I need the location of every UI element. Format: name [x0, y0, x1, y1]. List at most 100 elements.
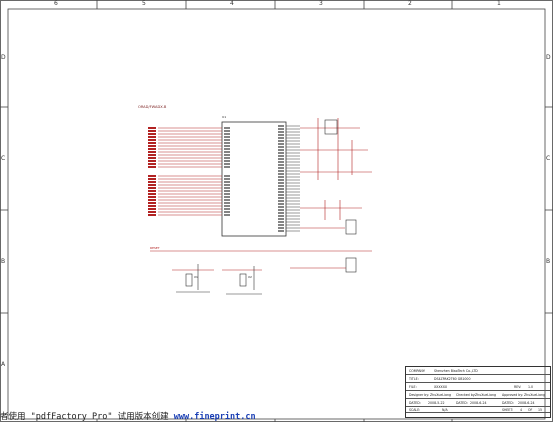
- left-net-label-18: [148, 187, 156, 189]
- right-pin-name-0: [278, 125, 284, 127]
- left-pin-name-7: [224, 148, 230, 150]
- right-pin-name-12: [278, 161, 284, 163]
- connector-bottom: [345, 257, 357, 273]
- zone-label-top-6: 6: [54, 0, 58, 7]
- reset-net-label: RESET: [150, 246, 160, 250]
- left-pin-name-24: [224, 205, 230, 207]
- left-pin-name-13: [224, 166, 230, 168]
- left-pin-name-11: [224, 160, 230, 162]
- rev-label: REV:: [514, 385, 522, 389]
- watermark-text: 者使用 "pdfFactory Pro" 试用版本创建: [0, 412, 174, 422]
- left-pin-name-6: [224, 145, 230, 147]
- approved-label: Approved by:: [502, 393, 524, 397]
- left-net-label-2: [148, 133, 156, 135]
- crystal-x2: [222, 266, 262, 295]
- left-pin-name-2: [224, 133, 230, 135]
- left-pin-name-20: [224, 193, 230, 195]
- right-pin-name-26: [278, 203, 284, 205]
- left-net-label-15: [148, 178, 156, 180]
- zone-label-left-d: D: [1, 54, 6, 61]
- right-pin-name-13: [278, 164, 284, 166]
- right-pin-name-1: [278, 128, 284, 130]
- left-net-label-13: [148, 166, 156, 168]
- left-pin-name-19: [224, 190, 230, 192]
- crystal-x1-label: X1: [194, 275, 198, 279]
- left-net-label-19: [148, 190, 156, 192]
- checked-label: Checked by:: [456, 393, 476, 397]
- left-pin-name-5: [224, 142, 230, 144]
- dated3-label: DATED:: [502, 401, 514, 405]
- approved-value: ZhuXueLiang: [524, 393, 546, 397]
- right-pin-name-20: [278, 185, 284, 187]
- zone-label-right-b: B: [546, 258, 551, 265]
- left-net-label-25: [148, 208, 156, 210]
- dated2-value: 2008-6-24: [470, 401, 487, 405]
- left-net-label-8: [148, 151, 156, 153]
- left-net-label-14: [148, 175, 156, 177]
- right-pin-name-16: [278, 173, 284, 175]
- connector-top: [345, 219, 357, 235]
- left-net-label-10: [148, 157, 156, 159]
- crystal-x2-label: X2: [248, 275, 252, 279]
- right-pin-name-30: [278, 215, 284, 217]
- right-pin-name-18: [278, 179, 284, 181]
- zone-label-left-b: B: [1, 258, 6, 265]
- right-pin-name-25: [278, 200, 284, 202]
- scale-value: N/A: [442, 408, 448, 412]
- left-net-label-20: [148, 193, 156, 195]
- right-pin-name-29: [278, 212, 284, 214]
- left-net-label-3: [148, 136, 156, 138]
- sheet-label: SHEET:: [502, 408, 514, 412]
- left-pin-name-1: [224, 130, 230, 132]
- of-label: OF: [528, 408, 533, 412]
- right-pin-name-24: [278, 197, 284, 199]
- left-net-label-11: [148, 160, 156, 162]
- left-pin-name-21: [224, 196, 230, 198]
- sheet-value: 4: [520, 408, 523, 412]
- right-pin-name-34: [278, 227, 284, 229]
- right-pin-name-33: [278, 224, 284, 226]
- dated2-label: DATED:: [456, 401, 468, 405]
- watermark-url[interactable]: www.fineprint.cn: [174, 412, 256, 422]
- right-pin-name-15: [278, 170, 284, 172]
- zone-label-left-c: C: [1, 155, 6, 162]
- right-pin-name-17: [278, 176, 284, 178]
- title-block: COMPANY: Shenzhen BiaoTech Co.,LTD TITLE…: [405, 366, 551, 418]
- mcu-left-pins: [148, 127, 230, 216]
- right-pin-name-19: [278, 182, 284, 184]
- left-pin-name-17: [224, 184, 230, 186]
- of-value: 15: [538, 408, 543, 412]
- right-pin-name-28: [278, 209, 284, 211]
- checked-value: ZhuXueLiang: [475, 393, 497, 397]
- scale-label: SCALE:: [409, 408, 421, 412]
- crystal-x1: [172, 264, 214, 293]
- right-pin-name-32: [278, 221, 284, 223]
- left-pin-name-0: [224, 127, 230, 129]
- left-pin-name-16: [224, 181, 230, 183]
- right-pin-name-2: [278, 131, 284, 133]
- right-pin-name-21: [278, 188, 284, 190]
- left-net-label-21: [148, 196, 156, 198]
- left-net-label-4: [148, 139, 156, 141]
- right-pin-name-22: [278, 191, 284, 193]
- left-net-label-9: [148, 154, 156, 156]
- schematic-sheet: 6 5 4 3 2 1 D C B A D C B ORAD/FWADX.B U…: [0, 0, 553, 422]
- left-pin-name-4: [224, 139, 230, 141]
- dated3-value: 2008-6-24: [518, 401, 535, 405]
- right-pin-name-35: [278, 230, 284, 232]
- zone-label-top-5: 5: [142, 0, 146, 7]
- right-pin-name-31: [278, 218, 284, 220]
- dated1-value: 2008-5-22: [428, 401, 445, 405]
- file-value: XXXXXX: [434, 385, 448, 389]
- right-pin-name-9: [278, 152, 284, 154]
- left-pin-name-27: [224, 214, 230, 216]
- left-pin-name-25: [224, 208, 230, 210]
- reset-net: [150, 250, 372, 269]
- right-pin-name-8: [278, 149, 284, 151]
- left-pin-name-14: [224, 175, 230, 177]
- zone-label-top-4: 4: [230, 0, 234, 7]
- title-value: DS4ZPAK2T60 GB1000: [434, 377, 471, 381]
- block-title: ORAD/FWADX.B: [138, 105, 167, 109]
- left-net-label-17: [148, 184, 156, 186]
- title-label: TITLE:: [409, 377, 419, 381]
